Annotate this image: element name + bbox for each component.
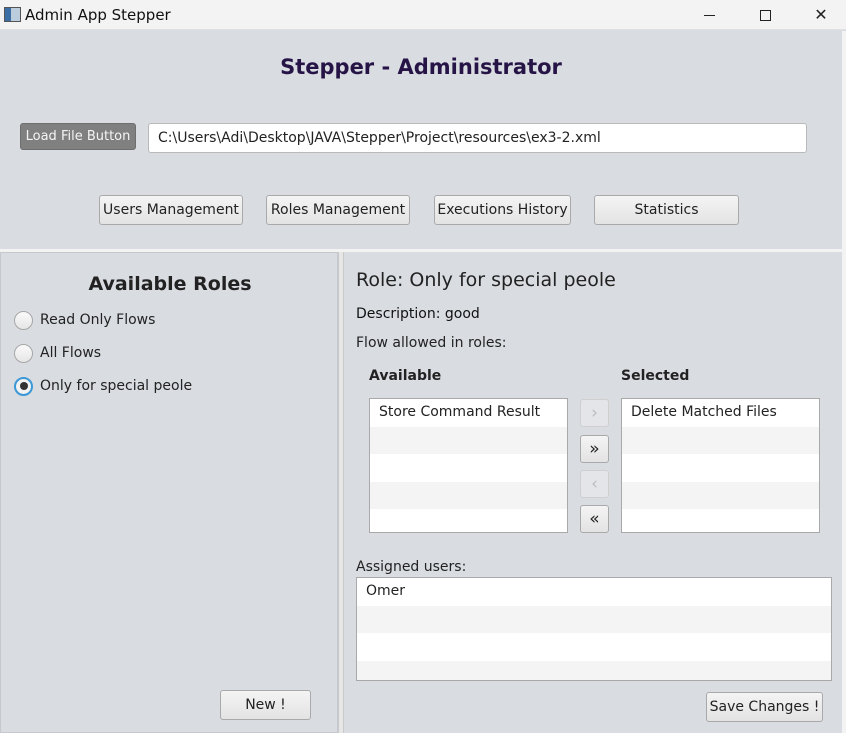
radio-dot-icon <box>19 382 28 390</box>
role-title: Role: Only for special peole <box>356 269 616 291</box>
new-role-button[interactable]: New ! <box>220 690 311 720</box>
list-item[interactable] <box>370 426 567 454</box>
list-item[interactable] <box>357 633 831 661</box>
maximize-icon <box>759 9 771 21</box>
role-option-read-only-flows[interactable]: Read Only Flows <box>14 309 155 331</box>
list-item[interactable] <box>622 454 819 482</box>
list-item[interactable] <box>370 481 567 509</box>
list-item[interactable] <box>357 605 831 633</box>
assigned-users-list[interactable]: Omer <box>356 577 832 681</box>
load-file-button[interactable]: Load File Button <box>20 123 136 150</box>
save-changes-button[interactable]: Save Changes ! <box>706 692 823 722</box>
close-button[interactable]: ✕ <box>798 0 844 30</box>
list-item[interactable]: Delete Matched Files <box>622 399 819 427</box>
roles-management-button[interactable]: Roles Management <box>266 195 410 225</box>
close-icon: ✕ <box>814 7 828 24</box>
role-option-label: Only for special peole <box>40 378 193 394</box>
role-description: Description: good <box>356 306 480 322</box>
list-item[interactable]: Store Command Result <box>370 399 567 427</box>
users-management-button[interactable]: Users Management <box>99 195 243 225</box>
list-item[interactable]: Omer <box>357 578 831 606</box>
radio-button-selected[interactable] <box>14 376 33 396</box>
executions-history-button[interactable]: Executions History <box>434 195 571 225</box>
double-chevron-left-icon: « <box>589 509 600 529</box>
role-option-label: Read Only Flows <box>40 312 156 328</box>
radio-button[interactable] <box>14 310 33 330</box>
file-path-input[interactable]: C:\Users\Adi\Desktop\JAVA\Stepper\Projec… <box>148 123 807 153</box>
title-bar: Admin App Stepper ✕ <box>0 0 846 30</box>
flows-label: Flow allowed in roles: <box>356 335 507 351</box>
statistics-button[interactable]: Statistics <box>594 195 739 225</box>
selected-flows-list[interactable]: Delete Matched Files <box>621 398 820 533</box>
available-header: Available <box>369 368 442 384</box>
double-chevron-right-icon: » <box>589 439 600 459</box>
list-item[interactable] <box>622 426 819 454</box>
role-option-only-for-special-peole[interactable]: Only for special peole <box>14 375 192 397</box>
assigned-users-label: Assigned users: <box>356 559 467 575</box>
list-item[interactable] <box>370 454 567 482</box>
role-option-label: All Flows <box>40 345 102 361</box>
available-flows-list[interactable]: Store Command Result <box>369 398 568 533</box>
minimize-button[interactable] <box>686 0 732 30</box>
app-icon <box>4 7 21 22</box>
roles-panel: Available Roles Read Only Flows All Flow… <box>0 252 338 733</box>
window-edge <box>842 31 846 733</box>
list-item[interactable] <box>622 509 819 532</box>
chevron-left-icon: ‹ <box>591 474 598 494</box>
header: Stepper - Administrator Load File Button… <box>0 31 842 249</box>
selected-header: Selected <box>621 368 690 384</box>
list-item[interactable] <box>622 481 819 509</box>
window-title: Admin App Stepper <box>25 6 171 24</box>
move-all-right-button[interactable]: » <box>580 435 609 463</box>
list-item[interactable] <box>370 509 567 532</box>
roles-panel-title: Available Roles <box>88 273 252 295</box>
minimize-icon <box>703 14 715 16</box>
page-title: Stepper - Administrator <box>280 55 562 79</box>
move-all-left-button[interactable]: « <box>580 505 609 533</box>
role-option-all-flows[interactable]: All Flows <box>14 342 101 364</box>
move-right-button[interactable]: › <box>580 399 609 427</box>
radio-button[interactable] <box>14 343 33 363</box>
chevron-right-icon: › <box>591 403 598 423</box>
app-window: Admin App Stepper ✕ Stepper - Administra… <box>0 0 846 733</box>
list-item[interactable] <box>357 660 831 680</box>
maximize-button[interactable] <box>742 0 788 30</box>
role-details-panel: Role: Only for special peole Description… <box>344 252 842 733</box>
move-left-button[interactable]: ‹ <box>580 470 609 498</box>
